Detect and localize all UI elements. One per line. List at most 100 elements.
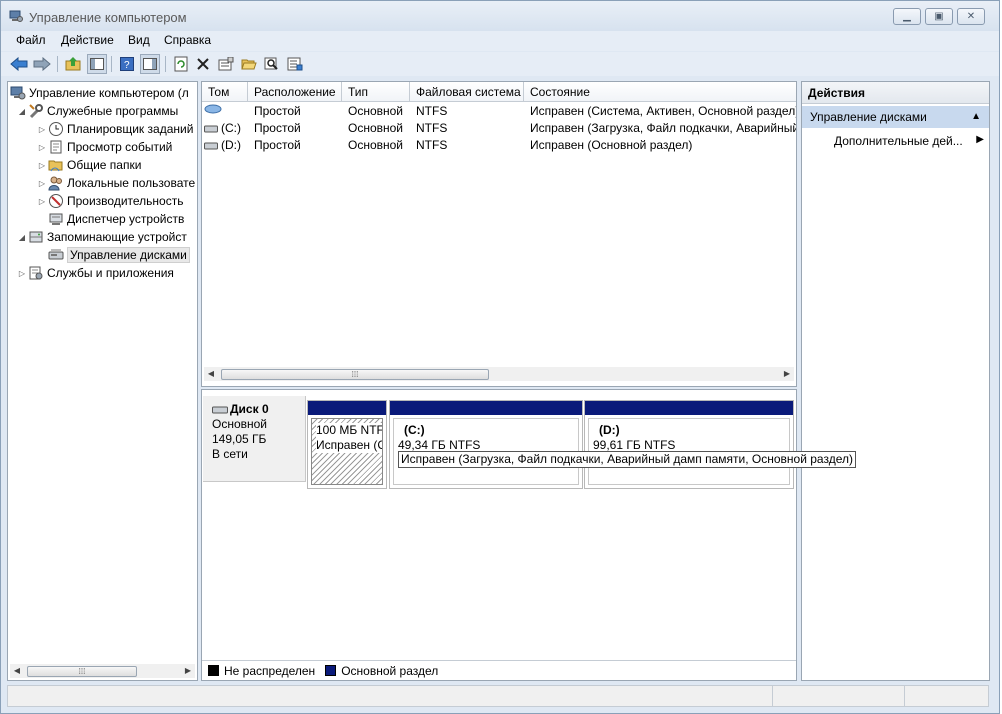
performance-icon [48,193,64,209]
column-header-volume[interactable]: Том [202,82,248,102]
menu-help[interactable]: Справка [164,33,211,47]
partition-body: 100 МБ NTFS Исправен (С [311,418,383,485]
collapsed-arrow-icon[interactable]: ▷ [36,179,48,188]
properties-icon [218,57,234,71]
partition-label: (C:) [404,423,425,437]
computer-management-icon [10,85,26,101]
more-actions-item[interactable]: Дополнительные дей... ▶ [834,134,984,148]
close-button[interactable]: ✕ [957,8,985,25]
scroll-left-icon[interactable]: ◀ [204,367,218,381]
disk-settings-button[interactable] [285,54,305,74]
collapsed-arrow-icon[interactable]: ▷ [36,125,48,134]
tree-item-task-scheduler[interactable]: ▷ Планировщик заданий [36,120,198,138]
cell-layout: Простой [254,121,301,135]
collapsed-arrow-icon[interactable]: ▷ [36,161,48,170]
scroll-left-icon[interactable]: ◀ [10,664,24,678]
menu-bar: Файл Действие Вид Справка [1,31,999,51]
tree-item-shared-folders[interactable]: ▷ Общие папки [36,156,198,174]
delete-x-icon [197,58,209,70]
disk-info-panel[interactable]: Диск 0 Основной 149,05 ГБ В сети [203,396,306,482]
hard-disk-icon [212,406,228,413]
volume-list-horizontal-scrollbar[interactable]: ◀ ⁞⁞⁞ ▶ [204,367,794,381]
cell-status: Исправен (Основной раздел) [530,138,693,152]
collapsed-arrow-icon[interactable]: ▷ [16,269,28,278]
collapsed-arrow-icon[interactable]: ▷ [36,197,48,206]
collapsed-arrow-icon[interactable]: ▷ [36,143,48,152]
console-tree[interactable]: Управление компьютером (л ◢ Служебные пр… [7,81,198,681]
expanded-arrow-icon[interactable]: ◢ [16,233,28,242]
menu-view[interactable]: Вид [128,33,150,47]
tree-item-storage[interactable]: ◢ Запоминающие устройст [16,228,198,246]
collapse-up-icon[interactable]: ▲ [971,106,981,128]
cell-status: Исправен (Загрузка, Файл подкачки, Авари… [530,121,796,135]
show-tree-button[interactable] [87,54,107,74]
menu-action[interactable]: Действие [61,33,114,47]
table-row[interactable]: (D:) [204,137,248,154]
tree-horizontal-scrollbar[interactable]: ◀ ⁞⁞⁞ ▶ [10,664,195,678]
actions-section-disk-management[interactable]: Управление дисками ▲ [802,106,989,128]
disk-management-icon [48,247,64,263]
cell-layout: Простой [254,138,301,152]
minimize-icon: ▁ [903,11,911,22]
restore-icon: ▣ [934,11,944,22]
open-folder-button[interactable] [239,54,259,74]
column-header-type[interactable]: Тип [342,82,410,102]
show-action-pane-button[interactable] [140,54,160,74]
folder-up-icon [65,57,81,71]
status-segment [904,686,988,706]
title-bar[interactable]: Управление компьютером ▁ ▣ ✕ [1,1,999,31]
scroll-right-icon[interactable]: ▶ [181,664,195,678]
menu-file[interactable]: Файл [16,33,46,47]
disk-checklist-icon [287,57,303,71]
scroll-right-icon[interactable]: ▶ [780,367,794,381]
close-icon: ✕ [966,11,976,22]
toolbar-separator [57,56,58,72]
scroll-thumb[interactable]: ⁞⁞⁞ [27,666,137,677]
properties-button[interactable] [216,54,236,74]
tree-item-device-manager[interactable]: Диспетчер устройств [48,210,198,228]
tree-item-disk-management[interactable]: Управление дисками [48,246,198,264]
volume-list[interactable]: Том Расположение Тип Файловая система Со… [201,81,797,387]
refresh-button[interactable] [171,54,191,74]
table-row[interactable] [204,103,248,120]
tree-item-services[interactable]: ▷ Службы и приложения [16,264,198,282]
scroll-thumb[interactable]: ⁞⁞⁞ [221,369,489,380]
tree-item-local-users[interactable]: ▷ Локальные пользовате [36,174,198,192]
cell-status: Исправен (Система, Активен, Основной раз… [530,104,796,118]
maximize-button[interactable]: ▣ [925,8,953,25]
primary-partition-swatch [325,665,337,676]
help-button[interactable]: ? [117,54,137,74]
expanded-arrow-icon[interactable]: ◢ [16,107,28,116]
disk-type: Основной [212,417,268,431]
minimize-button[interactable]: ▁ [893,8,921,25]
storage-icon [28,229,44,245]
column-header-status[interactable]: Состояние [524,82,796,102]
disk-graphical-view[interactable]: Диск 0 Основной 149,05 ГБ В сети 100 МБ … [201,389,856,681]
find-button[interactable] [262,54,282,74]
cell-filesystem: NTFS [416,138,448,152]
back-button[interactable] [9,54,29,74]
volume-icon [204,104,222,114]
delete-button[interactable] [193,54,213,74]
partition-c[interactable]: (C:) 49,34 ГБ NTFS [389,400,583,489]
partition-system-reserved[interactable]: 100 МБ NTFS Исправен (С [307,400,387,489]
computer-management-icon [9,10,23,22]
disk-state: В сети [212,447,248,461]
partition-d[interactable]: (D:) 99,61 ГБ NTFS [584,400,794,489]
up-level-button[interactable] [63,54,83,74]
tree-item-performance[interactable]: ▷ Производительность [36,192,198,210]
window-controls: ▁ ▣ ✕ [893,8,985,25]
clock-icon [48,121,64,137]
cell-type: Основной [348,138,404,152]
column-header-filesystem[interactable]: Файловая система [410,82,524,102]
primary-partition-bar [308,401,386,415]
table-row[interactable]: (C:) [204,120,248,137]
tree-item-utilities[interactable]: ◢ Служебные программы [16,102,198,120]
tree-item-root[interactable]: Управление компьютером (л [10,84,198,102]
tree-item-event-viewer[interactable]: ▷ Просмотр событий [36,138,198,156]
disk-name: Диск 0 [230,402,269,416]
app-window: Управление компьютером ▁ ▣ ✕ Файл Действ… [0,0,1000,714]
primary-partition-bar [585,401,793,415]
forward-button[interactable] [32,54,52,74]
column-header-layout[interactable]: Расположение [248,82,342,102]
